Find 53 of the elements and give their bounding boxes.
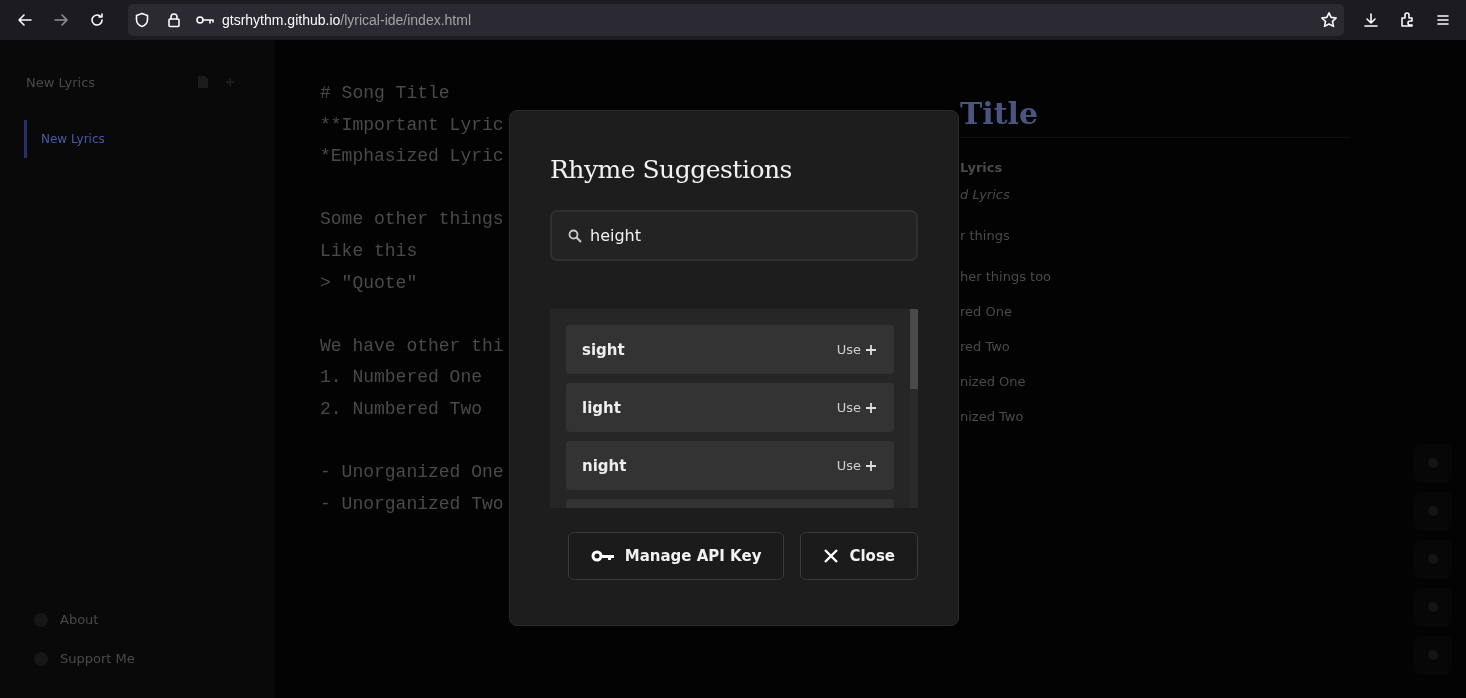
editor-line: > "Quote" — [320, 271, 418, 295]
menu-icon — [1435, 12, 1451, 28]
preview-text: d Lyrics — [960, 187, 1010, 202]
rhyme-word: light — [582, 398, 622, 417]
editor-line: 1. Numbered One — [320, 366, 483, 390]
suggestion-item[interactable]: sight Use — [566, 325, 894, 374]
use-button[interactable]: Use — [836, 458, 876, 473]
close-button[interactable]: Close — [800, 532, 918, 580]
editor-line: We have other thi — [320, 334, 504, 358]
search-icon — [568, 229, 582, 243]
preview-heading: Title — [960, 96, 1039, 131]
lock-icon — [166, 12, 182, 28]
use-button[interactable]: Use — [836, 342, 876, 357]
preview-text: nized One — [960, 374, 1026, 389]
editor-line: *Emphasized Lyric — [320, 145, 504, 169]
address-bar[interactable]: gtsrhythm.github.io/lyrical-ide/index.html — [128, 4, 1344, 36]
api-key-button[interactable]: Manage API Key — [567, 532, 785, 580]
preview-text: nized Two — [960, 409, 1024, 424]
star-icon[interactable] — [1320, 11, 1338, 29]
suggestion-item[interactable]: night Use — [566, 441, 894, 490]
editor-line: **Important Lyric — [320, 113, 504, 137]
download-icon — [1363, 12, 1379, 28]
back-arrow-icon — [17, 12, 33, 28]
rhyme-word: sight — [582, 340, 626, 359]
search-field[interactable]: height — [550, 210, 918, 261]
key-icon — [196, 15, 214, 25]
editor-line: Some other things — [320, 208, 504, 232]
editor-line: - Unorganized One — [320, 461, 504, 485]
preview-text: red One — [960, 304, 1012, 319]
preview-text: r things — [960, 228, 1010, 243]
preview-text: her things too — [960, 269, 1052, 284]
forward-arrow-icon — [53, 12, 69, 28]
preview-text: Lyrics — [960, 160, 1003, 175]
puzzle-icon — [1399, 12, 1415, 28]
url-text: gtsrhythm.github.io/lyrical-ide/index.html — [222, 12, 471, 28]
preview-text: red Two — [960, 339, 1010, 354]
editor-line: # Song Title — [320, 82, 450, 105]
plus-icon — [866, 402, 876, 413]
close-icon — [823, 548, 840, 564]
dialog-title: Rhyme Suggestions — [550, 155, 793, 184]
editor-line: - Unorganized Two — [320, 492, 504, 516]
editor-line: 2. Numbered Two — [320, 397, 483, 421]
sidebar-title: New Lyrics — [26, 74, 97, 90]
key-icon — [590, 550, 615, 562]
reload-icon — [89, 12, 105, 28]
plus-icon — [866, 344, 876, 355]
shield-icon — [134, 12, 150, 28]
scrollbar-thumb[interactable] — [910, 309, 918, 389]
use-button[interactable]: Use — [836, 400, 876, 415]
plus-icon — [866, 460, 876, 471]
suggestion-item[interactable]: light Use — [566, 383, 894, 432]
editor-line: Like this — [320, 239, 418, 263]
rhyme-word: night — [582, 456, 628, 475]
